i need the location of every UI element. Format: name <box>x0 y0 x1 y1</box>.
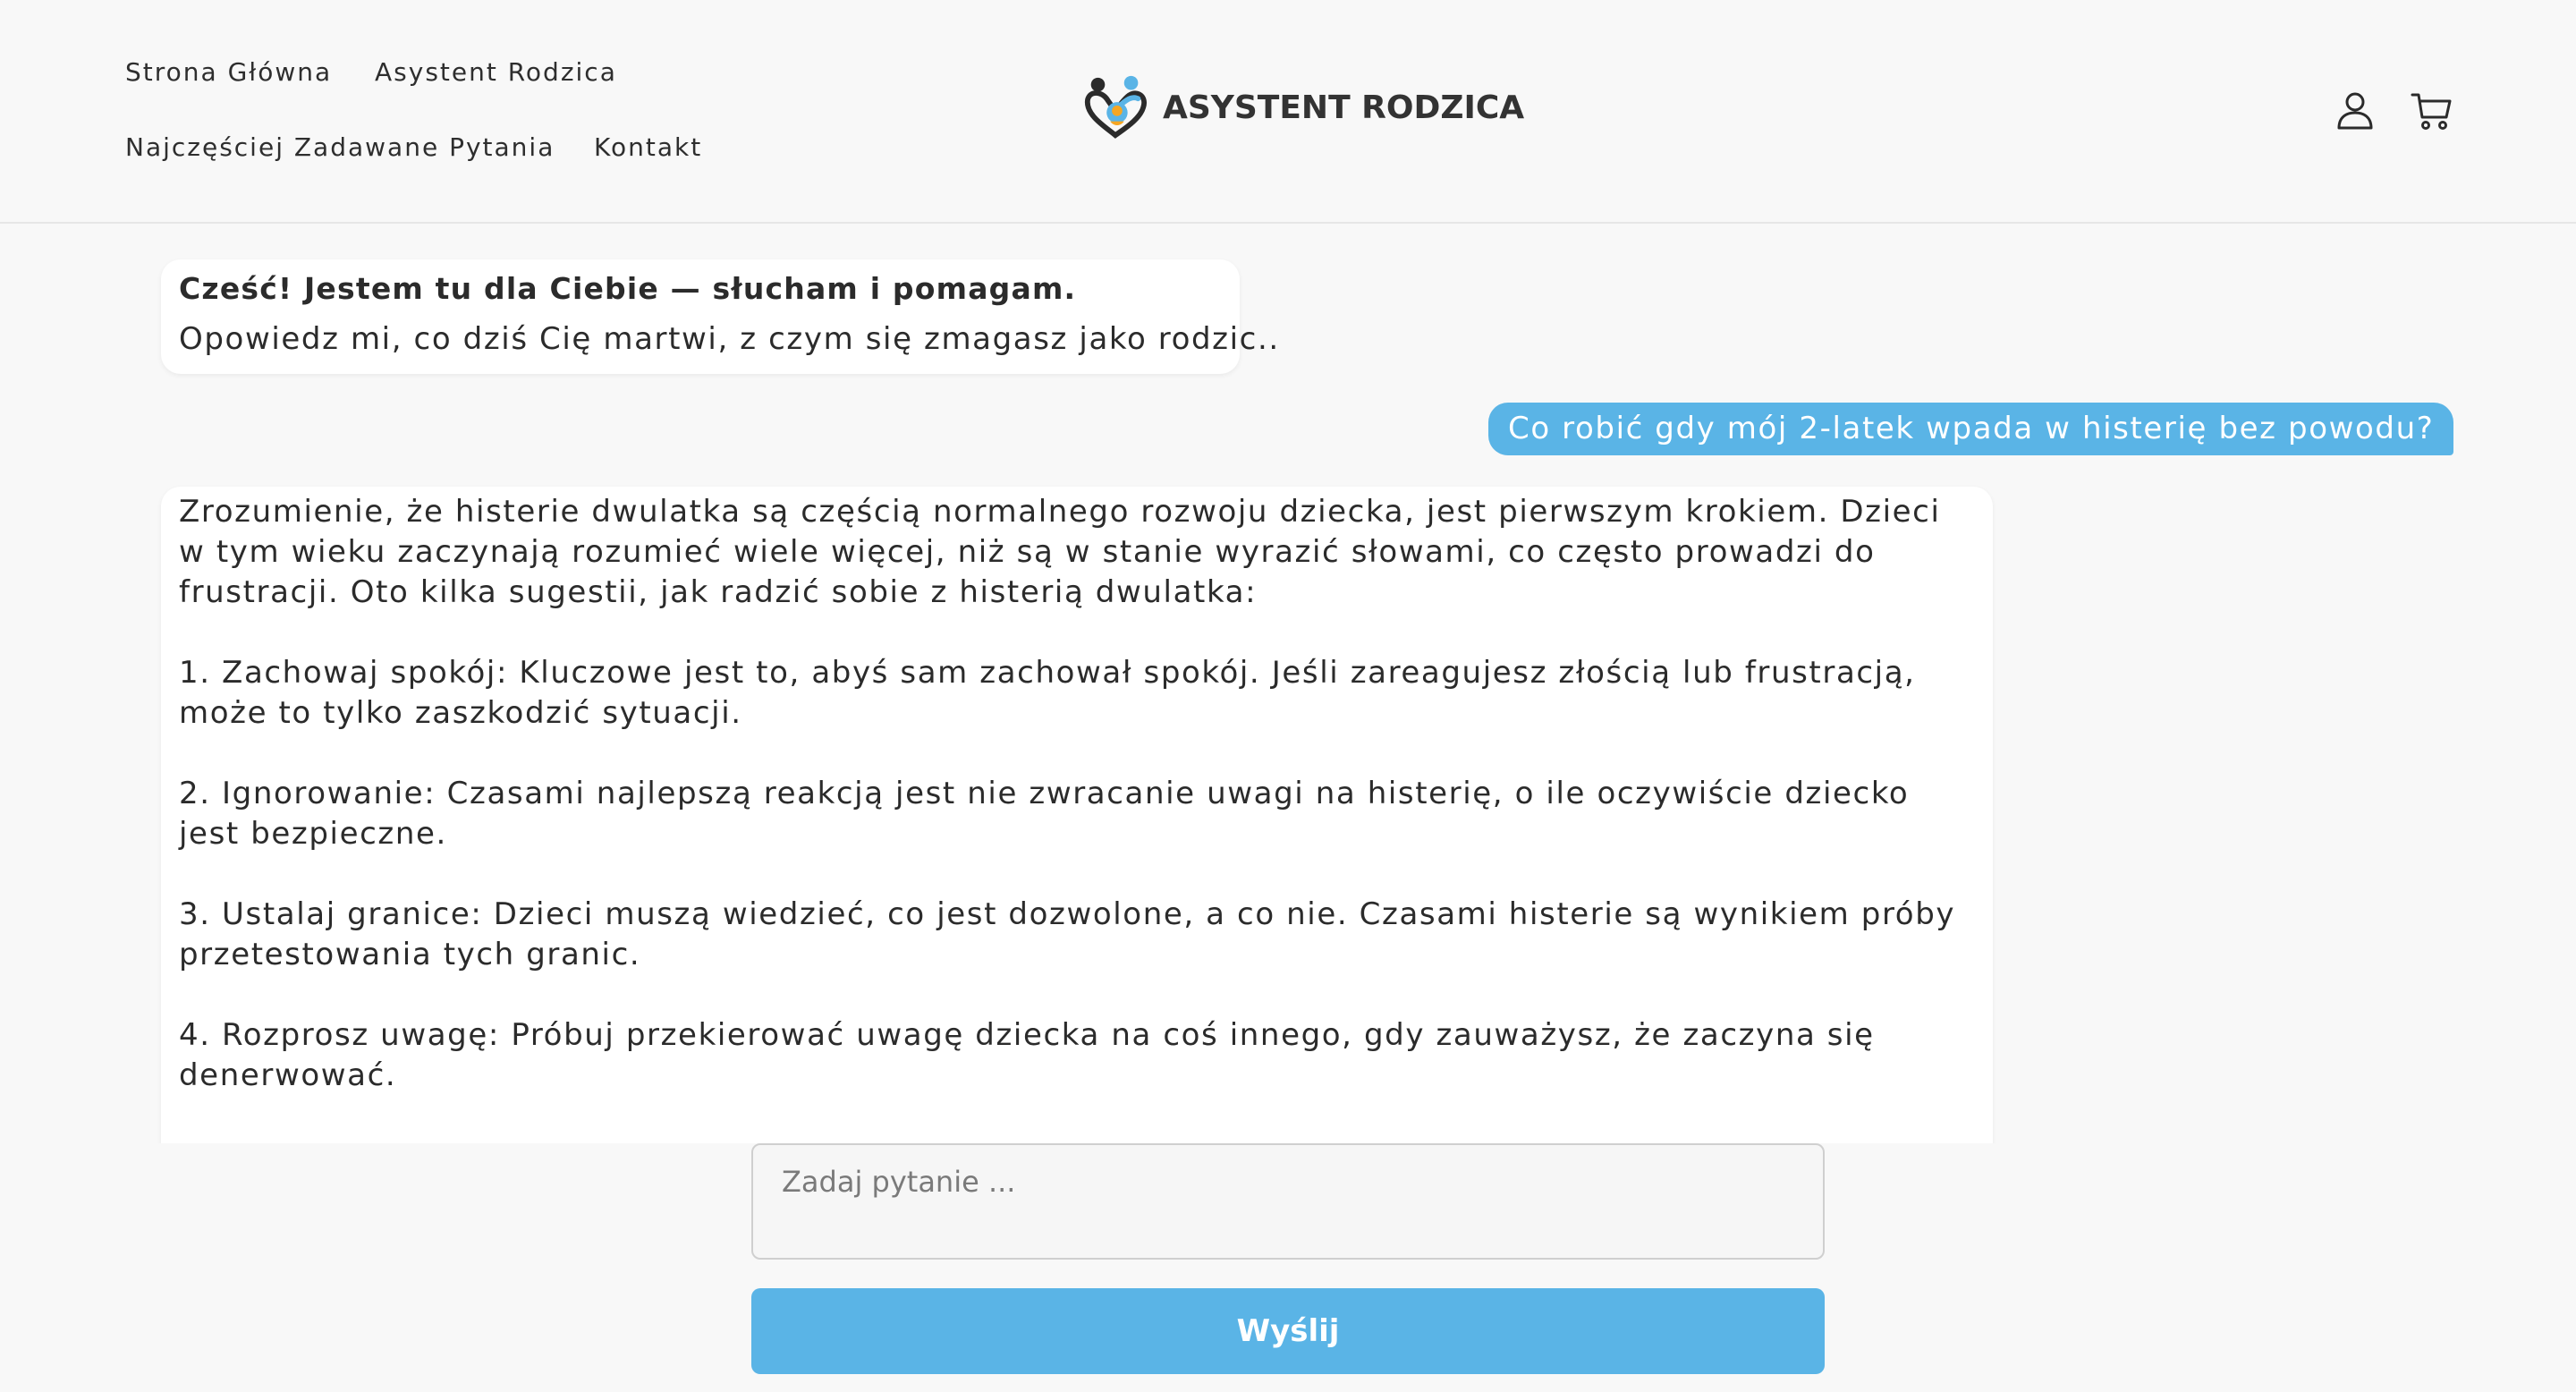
nav-link-contact[interactable]: Kontakt <box>594 132 702 162</box>
greeting-title: Cześć! Jestem tu dla Ciebie — słucham i … <box>179 271 1077 306</box>
logo-text: ASYSTENT RODZICA <box>1163 89 1525 126</box>
greeting-body: Opowiedz mi, co dziś Cię martwi, z czym … <box>179 321 1280 357</box>
nav-link-parent-assistant[interactable]: Asystent Rodzica <box>375 57 617 87</box>
answer-paragraph: 1. Zachowaj spokój: Kluczowe jest to, ab… <box>179 655 1916 731</box>
nav-link-home[interactable]: Strona Główna <box>125 57 332 87</box>
site-header: Strona Główna Asystent Rodzica Najczęści… <box>0 0 2576 224</box>
answer-paragraph: Zrozumienie, że histerie dwulatka są czę… <box>179 494 1941 610</box>
assistant-answer-bubble: Zrozumienie, że histerie dwulatka są czę… <box>161 487 1993 1143</box>
question-input[interactable] <box>751 1143 1825 1260</box>
family-heart-logo-icon <box>1084 75 1147 139</box>
answer-paragraph: 3. Ustalaj granice: Dzieci muszą wiedzie… <box>179 896 1956 972</box>
answer-paragraph: 2. Ignorowanie: Czasami najlepszą reakcj… <box>179 776 1910 852</box>
assistant-greeting-bubble: Cześć! Jestem tu dla Ciebie — słucham i … <box>161 259 1280 374</box>
user-message-bubble: Co robić gdy mój 2-latek wpada w histeri… <box>1488 403 2454 455</box>
chat-thread[interactable]: Cześć! Jestem tu dla Ciebie — słucham i … <box>0 225 2576 1143</box>
cart-icon[interactable] <box>2410 89 2454 133</box>
site-logo[interactable]: ASYSTENT RODZICA <box>1080 72 1524 143</box>
answer-paragraph: 4. Rozprosz uwagę: Próbuj przekierować u… <box>179 1017 1875 1093</box>
account-icon[interactable] <box>2333 89 2377 133</box>
nav-link-faq[interactable]: Najczęściej Zadawane Pytania <box>125 132 555 162</box>
send-button[interactable]: Wyślij <box>751 1288 1825 1374</box>
